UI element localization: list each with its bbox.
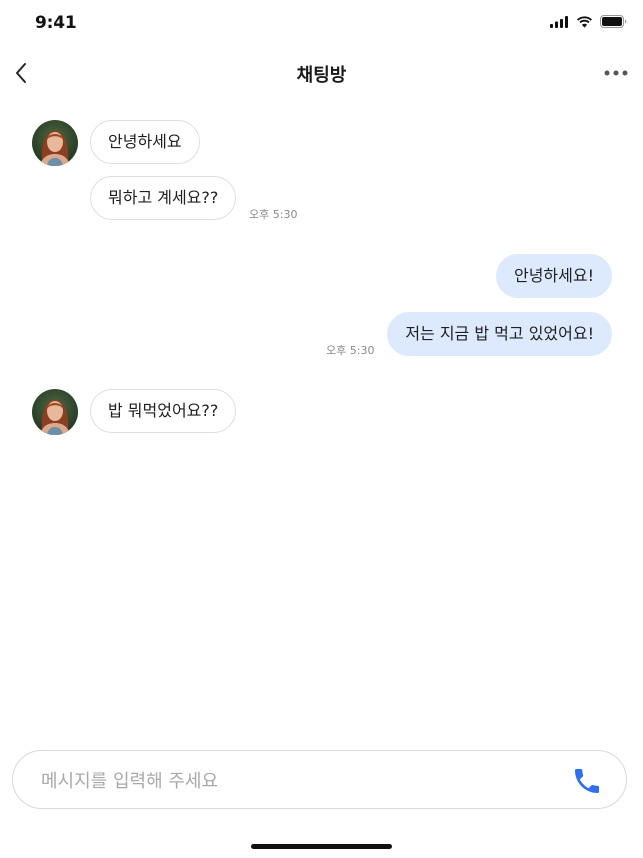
status-time: 9:41 xyxy=(35,13,77,33)
wifi-icon xyxy=(577,15,592,28)
call-button[interactable] xyxy=(570,764,604,798)
chat-message-list[interactable]: 안녕하세요 뭐하고 계세요?? 오후 5:30 안녕하세요! 저는 지금 밥 먹… xyxy=(0,98,643,738)
outgoing-message-bubble[interactable]: 안녕하세요! xyxy=(495,254,612,298)
message-timestamp: 오후 5:30 xyxy=(249,208,298,221)
chat-header: 채팅방 xyxy=(0,48,643,98)
more-options-button[interactable] xyxy=(601,60,631,86)
incoming-message-bubble[interactable]: 안녕하세요 xyxy=(90,120,200,164)
battery-icon xyxy=(600,15,627,28)
incoming-message-bubble[interactable]: 뭐하고 계세요?? xyxy=(90,176,237,220)
status-bar: 9:41 xyxy=(0,0,643,48)
home-indicator xyxy=(251,844,392,849)
profile-photo xyxy=(32,120,78,166)
page-title: 채팅방 xyxy=(296,65,347,86)
profile-photo xyxy=(32,389,78,435)
more-horizontal-icon xyxy=(604,70,628,76)
phone-icon xyxy=(575,769,599,793)
incoming-message-bubble[interactable]: 밥 뭐먹었어요?? xyxy=(90,389,237,433)
avatar[interactable] xyxy=(32,389,78,435)
message-composer xyxy=(12,750,627,809)
cellular-signal-icon xyxy=(550,15,568,28)
status-icons xyxy=(550,15,627,28)
message-input[interactable] xyxy=(39,763,543,799)
avatar[interactable] xyxy=(32,120,78,166)
outgoing-message-bubble[interactable]: 저는 지금 밥 먹고 있었어요! xyxy=(387,312,612,356)
message-timestamp: 오후 5:30 xyxy=(326,344,375,357)
